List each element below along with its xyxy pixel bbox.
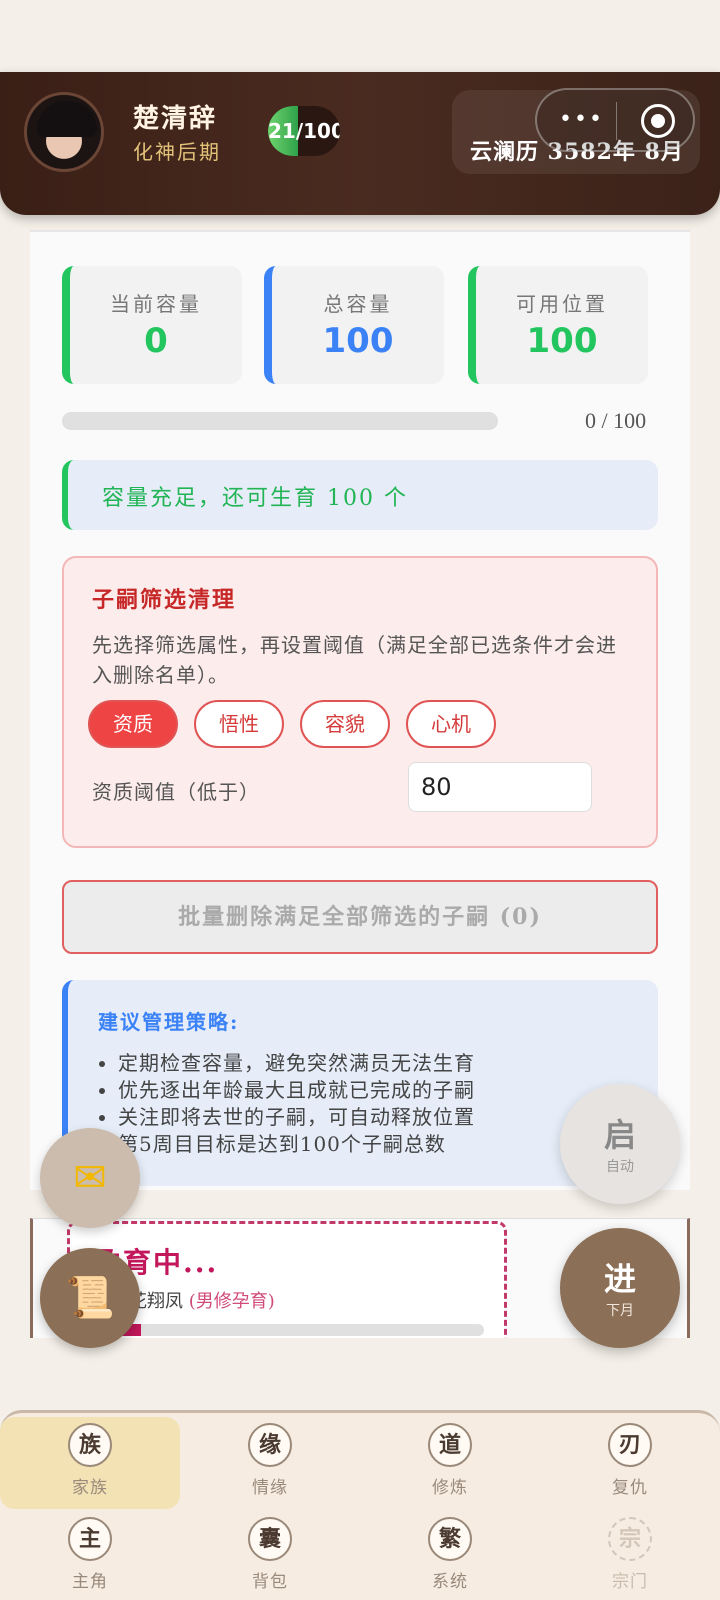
nav-label: 背包: [252, 1572, 288, 1592]
sect-icon: 宗: [608, 1517, 652, 1561]
capacity-notice: 容量充足，还可生育 100 个: [62, 460, 658, 530]
protagonist-icon: 主: [68, 1517, 112, 1561]
miniprogram-capsule: •••: [535, 88, 695, 152]
nav-item-backpack[interactable]: 囊 背包: [180, 1511, 360, 1600]
stat-label: 当前容量: [110, 292, 202, 316]
character-name: 楚清辞: [133, 104, 218, 134]
nav-label: 宗门: [612, 1572, 648, 1592]
tip-item: 定期检查容量，避免突然满员无法生育: [118, 1050, 638, 1077]
tips-title: 建议管理策略:: [98, 1010, 240, 1034]
cultivation-icon: 道: [428, 1423, 472, 1467]
nav-label: 复仇: [612, 1478, 648, 1498]
stat-available-slots: 可用位置 100: [468, 266, 648, 384]
filter-chip-comprehension[interactable]: 悟性: [194, 700, 284, 748]
stat-label: 总容量: [323, 292, 393, 316]
nav-label: 情缘: [252, 1478, 288, 1498]
avatar[interactable]: [24, 92, 104, 172]
capsule-divider: [616, 102, 617, 140]
more-icon[interactable]: •••: [559, 109, 604, 131]
filter-title: 子嗣筛选清理: [92, 587, 237, 613]
capacity-notice-text: 容量充足，还可生育 100 个: [102, 486, 408, 511]
offspring-management-panel: 当前容量 0 总容量 100 可用位置 100 0 / 100 容量充足，还可生…: [30, 230, 690, 1190]
capacity-progress-bar: [62, 412, 498, 430]
revenge-icon: 刃: [608, 1423, 652, 1467]
nav-item-system[interactable]: 繁 系统: [360, 1511, 540, 1600]
nav-label: 修炼: [432, 1478, 468, 1498]
stat-value: 100: [526, 321, 598, 361]
auto-button-glyph: 启: [603, 1116, 636, 1154]
system-icon: 繁: [428, 1517, 472, 1561]
filter-chip-scheming[interactable]: 心机: [406, 700, 496, 748]
threshold-input[interactable]: [408, 762, 592, 812]
envelope-icon: ✉: [73, 1155, 107, 1201]
next-month-button[interactable]: 进 下月: [560, 1228, 680, 1348]
nav-item-protagonist[interactable]: 主 主角: [0, 1511, 180, 1600]
romance-icon: 缘: [248, 1423, 292, 1467]
nav-label: 系统: [432, 1572, 468, 1592]
lifespan-text: 21/100: [268, 119, 340, 143]
nav-item-sect[interactable]: 宗 宗门: [540, 1511, 720, 1600]
lifespan-badge: 21/100: [268, 106, 340, 156]
scroll-button[interactable]: 📜: [40, 1248, 140, 1348]
filter-chip-aptitude[interactable]: 资质: [88, 700, 178, 748]
stat-total-capacity: 总容量 100: [264, 266, 444, 384]
auto-button-label: 自动: [606, 1159, 634, 1175]
bottom-nav: 族 家族 缘 情缘 道 修炼 刃 复仇 主 主角 囊 背包 繁 系统 宗 宗门: [0, 1410, 720, 1600]
nav-item-romance[interactable]: 缘 情缘: [180, 1417, 360, 1509]
nav-label: 主角: [72, 1572, 108, 1592]
close-icon[interactable]: [641, 104, 675, 138]
batch-delete-button[interactable]: 批量删除满足全部筛选的子嗣 (0): [62, 880, 658, 954]
mail-button[interactable]: ✉: [40, 1128, 140, 1228]
family-icon: 族: [68, 1423, 112, 1467]
character-header: 楚清辞 化神后期 21/100 云澜历 3582年 8月 •••: [0, 72, 720, 215]
stat-label: 可用位置: [516, 292, 608, 316]
nav-label: 家族: [72, 1478, 108, 1498]
nav-item-family[interactable]: 族 家族: [0, 1417, 180, 1509]
filter-chip-appearance[interactable]: 容貌: [300, 700, 390, 748]
tip-item: 优先逐出年龄最大且成就已完成的子嗣: [118, 1077, 638, 1104]
partner-note: (男修孕育): [188, 1291, 275, 1312]
scroll-icon: 📜: [65, 1275, 115, 1321]
threshold-label: 资质阈值（低于）: [92, 780, 260, 804]
cultivation-rank: 化神后期: [133, 140, 221, 164]
next-button-label: 下月: [606, 1303, 634, 1319]
stat-current-capacity: 当前容量 0: [62, 266, 242, 384]
stat-value: 100: [322, 321, 394, 361]
backpack-icon: 囊: [248, 1517, 292, 1561]
next-button-glyph: 进: [603, 1260, 636, 1298]
nav-item-cultivation[interactable]: 道 修炼: [360, 1417, 540, 1509]
stat-value: 0: [144, 321, 168, 361]
capacity-progress-text: 0 / 100: [585, 408, 647, 433]
auto-button[interactable]: 启 自动: [560, 1084, 680, 1204]
filter-description: 先选择筛选属性，再设置阈值（满足全部已选条件才会进入删除名单）。: [92, 633, 617, 687]
nav-item-revenge[interactable]: 刃 复仇: [540, 1417, 720, 1509]
pregnancy-progress-bar: [94, 1324, 484, 1336]
offspring-filter-card: 子嗣筛选清理 先选择筛选属性，再设置阈值（满足全部已选条件才会进入删除名单）。 …: [62, 556, 658, 848]
